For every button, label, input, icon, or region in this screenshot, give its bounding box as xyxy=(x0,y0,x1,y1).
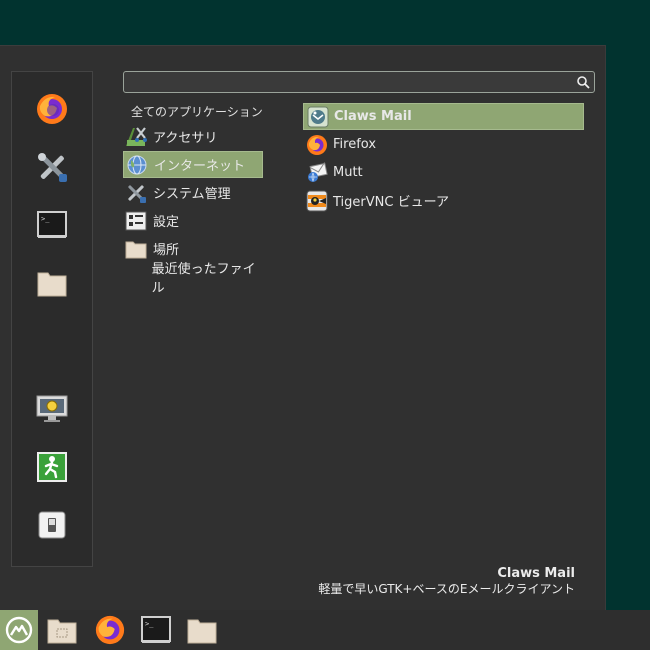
category-label: アクセサリ xyxy=(153,131,218,146)
desktop-folder-icon xyxy=(47,619,77,644)
category-recent-files[interactable]: 最近使ったファイル xyxy=(123,262,263,296)
taskbar-terminal[interactable]: >_ xyxy=(138,612,174,648)
favorite-folder[interactable] xyxy=(33,264,71,302)
mail-icon xyxy=(306,161,328,184)
svg-text:>_: >_ xyxy=(145,620,154,628)
favorite-settings-tools[interactable] xyxy=(33,148,71,186)
vnc-icon xyxy=(306,190,328,212)
folder-icon xyxy=(125,238,147,260)
category-settings[interactable]: 設定 xyxy=(123,207,263,234)
app-firefox[interactable]: Firefox xyxy=(303,131,584,158)
menu-start-button[interactable] xyxy=(0,610,38,650)
terminal-icon: >_ xyxy=(37,211,67,238)
globe-icon xyxy=(126,154,148,176)
svg-text:>_: >_ xyxy=(41,215,50,223)
mint-logo-icon xyxy=(5,616,33,644)
category-label: インターネット xyxy=(154,159,246,174)
category-label: システム管理 xyxy=(153,187,231,202)
search-box[interactable] xyxy=(123,71,595,93)
settings-icon xyxy=(125,210,147,232)
firefox-icon xyxy=(306,134,328,156)
app-label: Firefox xyxy=(333,137,377,152)
firefox-icon xyxy=(37,94,67,124)
app-label: Mutt xyxy=(333,165,363,180)
app-claws-mail[interactable]: Claws Mail xyxy=(303,103,584,130)
power-icon xyxy=(38,511,66,539)
claws-mail-icon xyxy=(307,106,329,128)
category-system-admin[interactable]: システム管理 xyxy=(123,179,263,206)
favorite-firefox[interactable] xyxy=(33,90,71,128)
favorite-terminal[interactable]: >_ xyxy=(33,206,71,244)
search-input[interactable] xyxy=(128,73,568,91)
app-tigervnc-viewer[interactable]: TigerVNC ビューア xyxy=(303,187,584,214)
favorites-sidebar: >_ xyxy=(11,71,93,567)
category-all-applications[interactable]: 全てのアプリケーション xyxy=(131,103,263,120)
taskbar-firefox[interactable] xyxy=(92,612,128,648)
category-label: 設定 xyxy=(153,215,180,230)
app-label: Claws Mail xyxy=(334,109,412,124)
favorite-logout[interactable] xyxy=(33,448,71,486)
firefox-icon xyxy=(95,615,125,645)
tools-icon xyxy=(125,182,147,204)
folder-icon xyxy=(187,619,217,644)
category-internet[interactable]: インターネット xyxy=(123,151,263,178)
category-label: 場所 xyxy=(153,243,180,258)
app-description-title: Claws Mail xyxy=(497,566,575,581)
taskbar-folder[interactable] xyxy=(184,612,220,648)
category-label: 最近使ったファイル xyxy=(151,261,256,296)
application-menu: >_ 全てのアプリケーション アクセサリ インターネット システム管理 設定 場… xyxy=(0,45,606,610)
terminal-icon: >_ xyxy=(141,616,171,643)
accessories-icon xyxy=(125,126,147,148)
taskbar-show-desktop[interactable] xyxy=(44,612,80,648)
search-icon[interactable] xyxy=(576,75,590,89)
app-description-text: 軽量で早いGTK+ベースのEメールクライアント xyxy=(318,582,575,596)
app-label: TigerVNC ビューア xyxy=(333,195,450,210)
folder-icon xyxy=(37,272,67,297)
favorite-lock-screen[interactable] xyxy=(33,390,71,428)
tools-icon xyxy=(38,153,67,182)
category-accessories[interactable]: アクセサリ xyxy=(123,123,263,150)
favorite-power[interactable] xyxy=(33,506,71,544)
logout-icon xyxy=(37,452,67,482)
lock-screen-icon xyxy=(36,395,68,422)
app-mutt[interactable]: Mutt xyxy=(303,159,584,186)
taskbar: >_ xyxy=(0,610,650,650)
